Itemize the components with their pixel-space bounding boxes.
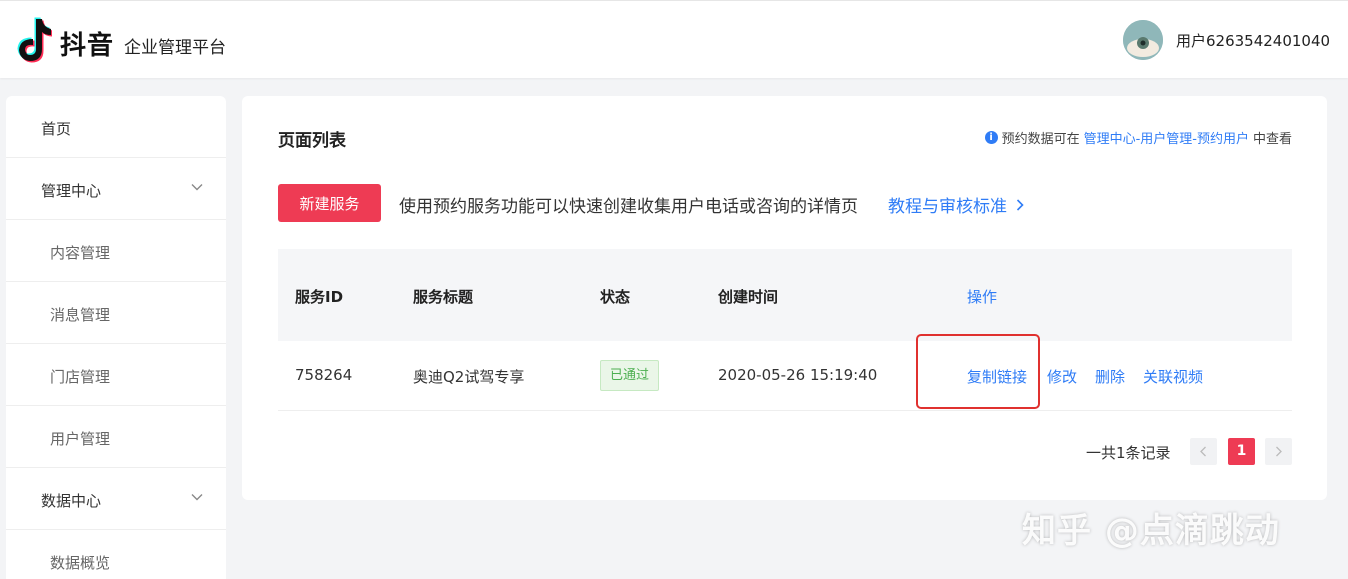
sidebar-item-data-overview[interactable]: 数据概览 — [6, 530, 226, 579]
column-header-status: 状态 — [600, 288, 631, 306]
prev-page-button[interactable] — [1190, 438, 1217, 465]
sidebar-item-home[interactable]: 首页 — [6, 96, 226, 158]
sidebar-item-message-management[interactable]: 消息管理 — [6, 282, 226, 344]
edit-button[interactable]: 修改 — [1047, 366, 1077, 387]
table-header: 服务ID 服务标题 状态 创建时间 操作 — [278, 249, 1292, 341]
notice-prefix: 预约数据可在 — [1001, 132, 1080, 147]
sidebar-item-label: 内容管理 — [50, 244, 111, 262]
sidebar-item-label: 门店管理 — [50, 368, 111, 386]
sidebar-item-data-center[interactable]: 数据中心 — [6, 468, 226, 530]
info-icon: i — [984, 131, 998, 144]
page-1-button[interactable]: 1 — [1228, 438, 1255, 465]
pagination-total: 一共1条记录 — [1086, 444, 1171, 462]
chevron-right-icon — [1276, 446, 1282, 457]
guide-link-label: 教程与审核标准 — [888, 197, 1007, 217]
notice-link[interactable]: 管理中心-用户管理-预约用户 — [1084, 128, 1249, 147]
chevron-down-icon — [191, 184, 203, 191]
next-page-button[interactable] — [1265, 438, 1292, 465]
page-title: 页面列表 — [278, 131, 346, 151]
delete-button[interactable]: 删除 — [1095, 366, 1125, 387]
sidebar-item-user-management[interactable]: 用户管理 — [6, 406, 226, 468]
notice: i 预约数据可在 管理中心-用户管理-预约用户 中查看 — [984, 128, 1292, 147]
new-service-button[interactable]: 新建服务 — [278, 184, 381, 222]
sidebar-item-label: 消息管理 — [50, 306, 111, 324]
column-header-actions: 操作 — [967, 288, 998, 306]
brand-subtitle: 企业管理平台 — [124, 38, 226, 58]
sidebar-item-management-center[interactable]: 管理中心 — [6, 158, 226, 220]
column-header-id: 服务ID — [295, 288, 344, 306]
sidebar-item-store-management[interactable]: 门店管理 — [6, 344, 226, 406]
status-badge: 已通过 — [600, 360, 659, 391]
description-text: 使用预约服务功能可以快速创建收集用户电话或咨询的详情页 — [399, 197, 858, 217]
user-avatar-icon — [1123, 20, 1163, 60]
douyin-logo-icon[interactable] — [14, 15, 52, 65]
sidebar-item-label: 首页 — [41, 120, 72, 138]
sidebar-item-label: 用户管理 — [50, 430, 111, 448]
sidebar-item-label: 数据中心 — [41, 492, 102, 510]
chevron-left-icon — [1200, 446, 1206, 457]
main-card: 页面列表 i 预约数据可在 管理中心-用户管理-预约用户 中查看 新建服务 使用… — [242, 96, 1327, 500]
username[interactable]: 用户6263542401040 — [1176, 30, 1330, 51]
sidebar: 首页 管理中心 内容管理 消息管理 门店管理 用户管理 数据中心 数据概览 — [6, 96, 226, 579]
notice-suffix: 中查看 — [1252, 132, 1292, 147]
guide-link[interactable]: 教程与审核标准 — [888, 192, 1025, 217]
column-header-title: 服务标题 — [413, 288, 474, 306]
brand-name: 抖音 — [60, 31, 115, 61]
table-row: 758264 奥迪Q2试驾专享 已通过 2020-05-26 15:19:40 … — [278, 334, 1292, 411]
sidebar-item-label: 管理中心 — [41, 182, 102, 200]
cell-service-title: 奥迪Q2试驾专享 — [413, 368, 525, 386]
copy-link-button[interactable]: 复制链接 — [967, 366, 1027, 387]
sidebar-item-label: 数据概览 — [50, 554, 111, 572]
column-header-created: 创建时间 — [718, 288, 779, 306]
avatar[interactable] — [1123, 20, 1163, 60]
chevron-down-icon — [191, 494, 203, 501]
link-video-button[interactable]: 关联视频 — [1143, 366, 1203, 387]
cell-created-time: 2020-05-26 15:19:40 — [718, 366, 878, 384]
cell-service-id: 758264 — [295, 366, 353, 384]
watermark: 知乎 @点滴跳动 — [1022, 511, 1280, 551]
chevron-right-icon — [1016, 198, 1024, 211]
top-header: 抖音 企业管理平台 用户6263542401040 — [0, 0, 1348, 78]
sidebar-item-content-management[interactable]: 内容管理 — [6, 220, 226, 282]
